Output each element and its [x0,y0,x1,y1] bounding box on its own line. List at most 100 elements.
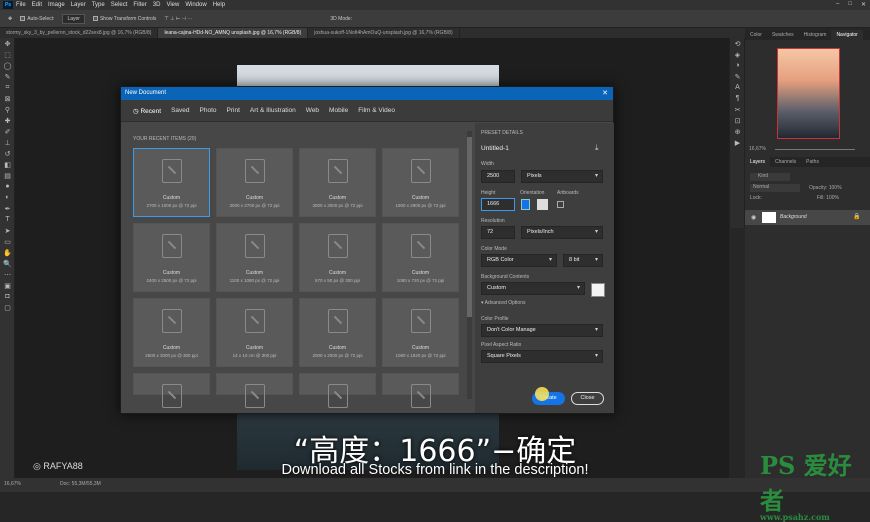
advanced-options-toggle[interactable]: ▾ Advanced Options [481,300,525,306]
recent-preset-tile[interactable]: Custom 2600 x 3000 px @ 300 ppi [133,298,210,367]
tools-icon[interactable]: ✂ [730,104,745,115]
resolution-input[interactable]: 72 [481,226,515,239]
tab-print[interactable]: Print [227,107,240,114]
recent-preset-tile[interactable]: Custom 3000 x 3000 px @ 72 ppi [299,148,376,217]
properties-icon[interactable]: ◈ [730,49,745,60]
marquee-tool-icon[interactable]: ⬚ [0,49,15,60]
portrait-icon[interactable] [521,199,530,210]
history-brush-icon[interactable]: ↺ [0,148,15,159]
color-profile-select[interactable]: Don't Color Manage [481,324,603,337]
recent-preset-tile[interactable]: Custom 3000 x 2700 px @ 72 ppi [216,148,293,217]
recent-preset-tile[interactable]: Custom 14 x 10 cm @ 300 ppi [216,298,293,367]
menu-filter[interactable]: Filter [133,2,146,8]
opacity-field[interactable]: Opacity: 100% [809,185,842,191]
tab-recent[interactable]: ◷ Recent [133,107,161,115]
scrollbar-thumb[interactable] [467,137,472,317]
doc-tab[interactable]: stormy_sky_3_by_pelleron_stock_d22sex8.j… [0,28,159,38]
recent-preset-tile[interactable] [382,373,459,408]
tab-mobile[interactable]: Mobile [329,107,348,114]
adjustments-icon[interactable]: ◑ [730,60,745,71]
quick-select-tool-icon[interactable]: ✎ [0,71,15,82]
shape-tool-icon[interactable]: ▭ [0,236,15,247]
recent-preset-tile[interactable]: Custom 570 x 50 px @ 300 ppi [299,223,376,292]
menu-edit[interactable]: Edit [32,2,42,8]
kind-filter[interactable]: Kind [750,173,790,181]
tab-art-illustration[interactable]: Art & Illustration [250,107,296,114]
auto-select-checkbox[interactable]: Auto-Select: [20,16,54,22]
bit-depth-select[interactable]: 8 bit [563,254,603,267]
menu-type[interactable]: Type [92,2,105,8]
gradient-tool-icon[interactable]: ▤ [0,170,15,181]
eraser-tool-icon[interactable]: ◧ [0,159,15,170]
blur-tool-icon[interactable]: ● [0,181,15,192]
align-icons[interactable]: ⊤ ⊥ ⊢ ⊣ ⋯ [164,16,192,22]
doc-tab[interactable]: joshua-sukoff-1NoIt4hAmOuQ-unsplash.jpg … [308,28,460,38]
tab-paths[interactable]: Paths [801,157,824,167]
status-zoom[interactable]: 16,67% [4,481,21,487]
healing-tool-icon[interactable]: ✚ [0,115,15,126]
background-contents-select[interactable]: Custom [481,282,585,295]
tab-web[interactable]: Web [306,107,319,114]
background-color-swatch[interactable] [591,283,605,297]
recent-preset-tile[interactable]: Custom 1900 x 2800 px @ 72 ppi [382,148,459,217]
landscape-icon[interactable] [537,199,548,210]
lasso-tool-icon[interactable]: ◯ [0,60,15,71]
recent-scrollbar[interactable] [467,131,472,399]
character-icon[interactable]: A [730,82,745,93]
move-tool-icon[interactable]: ✥ [8,16,12,22]
quick-mask-icon[interactable]: ◘ [0,291,15,302]
maximize-icon[interactable]: □ [848,1,852,8]
navigator-zoom-slider[interactable] [775,149,855,150]
tab-swatches[interactable]: Swatches [767,30,799,40]
type-tool-icon[interactable]: T [0,214,15,225]
tab-navigator[interactable]: Navigator [831,30,863,40]
menu-select[interactable]: Select [111,2,128,8]
history-icon[interactable]: ⟲ [730,38,745,49]
dodge-tool-icon[interactable]: ◐ [0,192,15,203]
recent-preset-tile[interactable] [299,373,376,408]
more-tools-icon[interactable]: ⋯ [0,269,15,280]
stamp-tool-icon[interactable]: ⊥ [0,137,15,148]
color-swatch-icon[interactable]: ▣ [0,280,15,291]
zoom-tool-icon[interactable]: 🔍 [0,258,15,269]
menu-file[interactable]: File [16,2,26,8]
screen-mode-icon[interactable]: ▢ [0,302,15,313]
color-mode-select[interactable]: RGB Color [481,254,557,267]
tab-histogram[interactable]: Histogram [799,30,832,40]
resolution-unit-select[interactable]: Pixels/Inch [521,226,603,239]
recent-preset-tile[interactable] [133,373,210,408]
blend-mode-select[interactable]: Normal [750,184,800,192]
tab-channels[interactable]: Channels [770,157,801,167]
hand-tool-icon[interactable]: ✋ [0,247,15,258]
artboards-checkbox[interactable] [557,201,564,208]
save-preset-icon[interactable]: ⤓ [595,143,599,153]
eyedropper-tool-icon[interactable]: ⚲ [0,104,15,115]
paragraph-icon[interactable]: ¶ [730,93,745,104]
visibility-eye-icon[interactable]: ◉ [751,214,756,221]
width-unit-select[interactable]: Pixels [521,170,603,183]
document-name[interactable]: Untitled-1 [481,145,509,152]
menu-view[interactable]: View [166,2,179,8]
crop-tool-icon[interactable]: ⌗ [0,82,15,93]
brush-settings-icon[interactable]: ✎ [730,71,745,82]
tab-layers[interactable]: Layers [745,157,771,167]
pen-tool-icon[interactable]: ✒ [0,203,15,214]
tab-saved[interactable]: Saved [171,107,189,114]
close-icon[interactable]: ✕ [861,1,866,8]
pixel-aspect-select[interactable]: Square Pixels [481,350,603,363]
move-tool-icon[interactable]: ✥ [0,38,15,49]
menu-window[interactable]: Window [185,2,206,8]
styles-icon[interactable]: ⊕ [730,126,745,137]
tab-film-video[interactable]: Film & Video [358,107,395,114]
recent-preset-tile[interactable]: Custom 1100 x 1080 px @ 72 ppi [216,223,293,292]
recent-preset-tile[interactable] [216,373,293,408]
minimize-icon[interactable]: – [836,1,839,8]
actions-icon[interactable]: ▶ [730,137,745,148]
layer-select[interactable]: Layer [62,13,85,24]
recent-preset-tile[interactable]: Custom 2400 x 2500 px @ 72 ppi [133,223,210,292]
width-input[interactable]: 2500 [481,170,515,183]
frame-tool-icon[interactable]: ⊠ [0,93,15,104]
dialog-close-icon[interactable]: ✕ [602,87,608,100]
tab-color[interactable]: Color [745,30,767,40]
menu-3d[interactable]: 3D [153,2,161,8]
